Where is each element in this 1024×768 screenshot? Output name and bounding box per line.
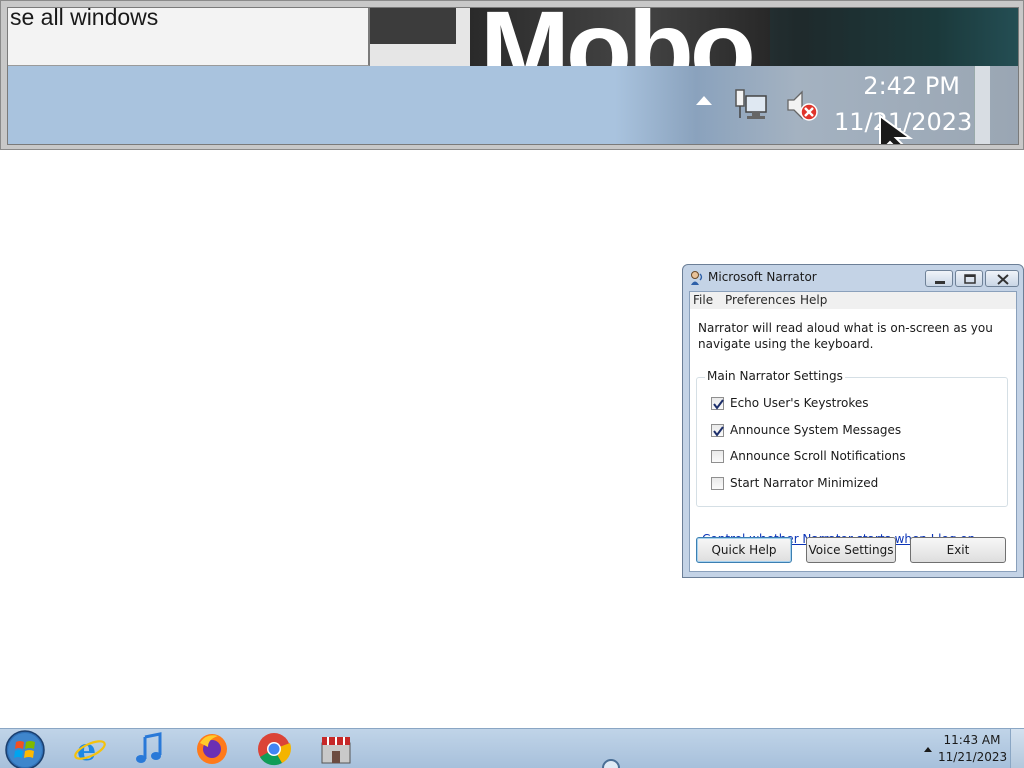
magnifier-panel: se all windows Mobo (0, 0, 1024, 150)
settings-group-title: Main Narrator Settings (705, 369, 845, 383)
show-hidden-icons-button[interactable] (924, 747, 932, 752)
clock-time[interactable]: 11:43 AM (938, 733, 1006, 747)
announce-scroll-label[interactable]: Announce Scroll Notifications (730, 449, 906, 463)
window-client-area: File Preferences Help Narrator will read… (689, 291, 1017, 572)
announce-scroll-checkbox[interactable] (711, 450, 724, 463)
maximize-button[interactable] (955, 270, 983, 287)
settings-group: Main Narrator Settings Echo User's Keyst… (696, 369, 1008, 507)
magnified-thumbnail (370, 8, 470, 66)
quick-help-button[interactable]: Quick Help (696, 537, 792, 563)
menu-file[interactable]: File (693, 293, 713, 307)
chrome-icon[interactable] (256, 731, 292, 767)
magnified-tooltip-text: se all windows (10, 7, 159, 30)
show-desktop-button[interactable] (1010, 729, 1024, 768)
tray-up-arrow-icon[interactable] (696, 96, 712, 105)
exit-button[interactable]: Exit (910, 537, 1006, 563)
start-minimized-checkbox[interactable] (711, 477, 724, 490)
narrator-app-icon (691, 271, 703, 285)
magnified-wallpaper-text: Mobo (480, 8, 752, 66)
menu-preferences[interactable]: Preferences (725, 293, 796, 307)
magnified-clock-time: 2:42 PM (863, 72, 960, 100)
desktop: se all windows Mobo (0, 0, 1024, 768)
echo-keystrokes-checkbox[interactable] (711, 397, 724, 410)
menu-help[interactable]: Help (800, 293, 827, 307)
magnified-taskbar: 2:42 PM 11/21/2023 (8, 66, 1018, 144)
title-bar[interactable]: Microsoft Narrator (683, 265, 1023, 291)
close-button[interactable] (985, 270, 1019, 287)
taskbar: e 11:43 AM 11/21/2023 (0, 728, 1024, 768)
store-icon[interactable] (318, 731, 354, 767)
start-minimized-label[interactable]: Start Narrator Minimized (730, 476, 878, 490)
magnifier-view: se all windows Mobo (7, 7, 1019, 145)
voice-settings-button[interactable]: Voice Settings (806, 537, 896, 563)
menu-bar: File Preferences Help (690, 292, 1016, 309)
start-orb-icon[interactable] (4, 729, 46, 768)
narrator-window: Microsoft Narrator File Preferences Help… (682, 264, 1024, 578)
magnified-wallpaper: Mobo (470, 8, 1018, 66)
internet-explorer-icon[interactable]: e (72, 731, 108, 767)
network-icon[interactable] (734, 88, 770, 124)
magnified-tooltip: se all windows (8, 8, 370, 66)
itunes-icon[interactable] (132, 731, 168, 767)
clock-date[interactable]: 11/21/2023 (938, 750, 1007, 764)
magnified-show-desktop (974, 66, 990, 144)
announce-system-messages-label[interactable]: Announce System Messages (730, 423, 901, 437)
narrator-description: Narrator will read aloud what is on-scre… (698, 321, 993, 351)
magnifier-lens-icon[interactable] (600, 757, 622, 768)
echo-keystrokes-label[interactable]: Echo User's Keystrokes (730, 396, 869, 410)
firefox-icon[interactable] (194, 731, 230, 767)
announce-system-messages-checkbox[interactable] (711, 424, 724, 437)
mouse-cursor-icon (879, 114, 914, 144)
volume-muted-icon[interactable] (784, 88, 820, 124)
minimize-button[interactable] (925, 270, 953, 287)
window-title: Microsoft Narrator (708, 270, 817, 284)
